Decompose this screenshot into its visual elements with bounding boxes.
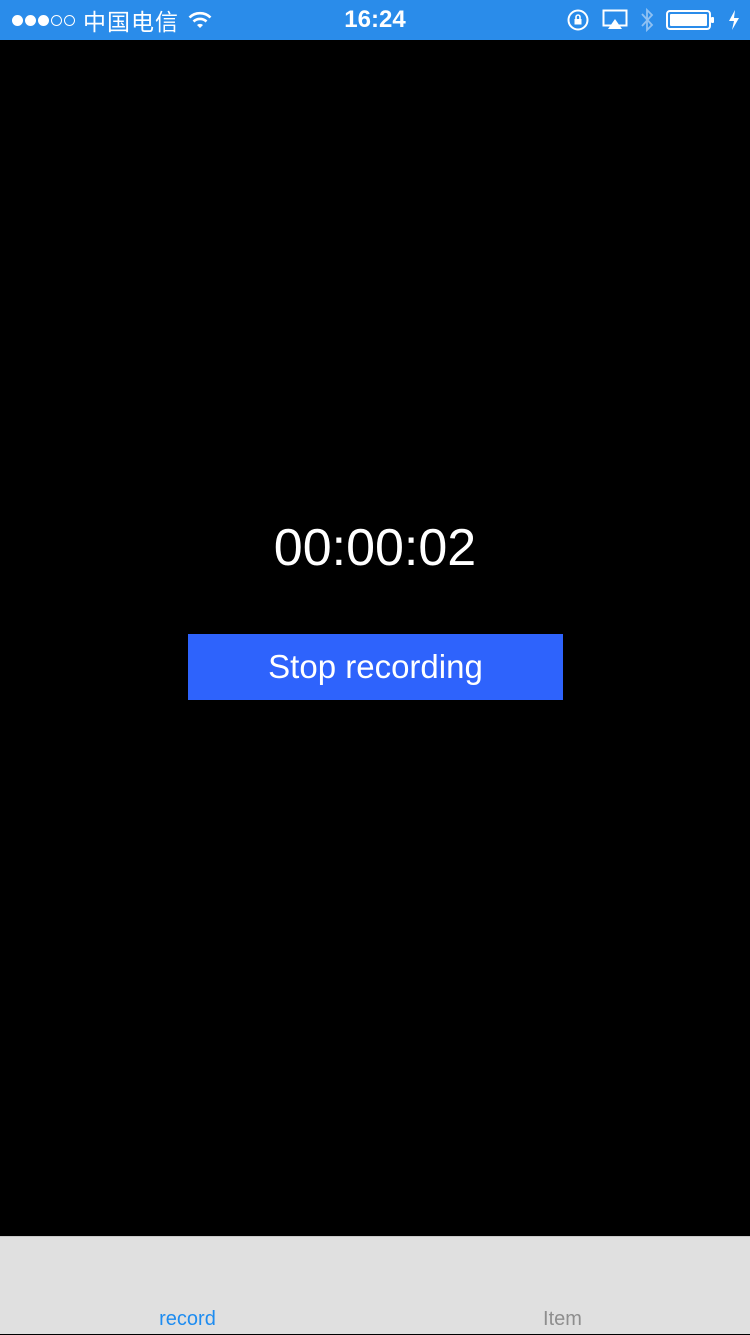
status-bar: 中国电信 16:24 [0, 0, 750, 40]
airplay-icon [602, 9, 628, 29]
bluetooth-icon [641, 7, 654, 33]
elapsed-time-display: 00:00:02 [273, 519, 477, 577]
tab-label: Item [543, 1308, 582, 1330]
stop-recording-button[interactable]: Stop recording [188, 634, 563, 700]
tab-label: record [159, 1308, 216, 1330]
charging-icon [729, 10, 739, 30]
tab-item[interactable]: Item [375, 1237, 750, 1335]
tab-record[interactable]: record [0, 1237, 375, 1335]
status-bar-right [566, 0, 740, 40]
battery-icon [666, 10, 714, 30]
tab-bar: record Item [0, 1236, 750, 1334]
rotation-lock-icon [567, 9, 589, 31]
